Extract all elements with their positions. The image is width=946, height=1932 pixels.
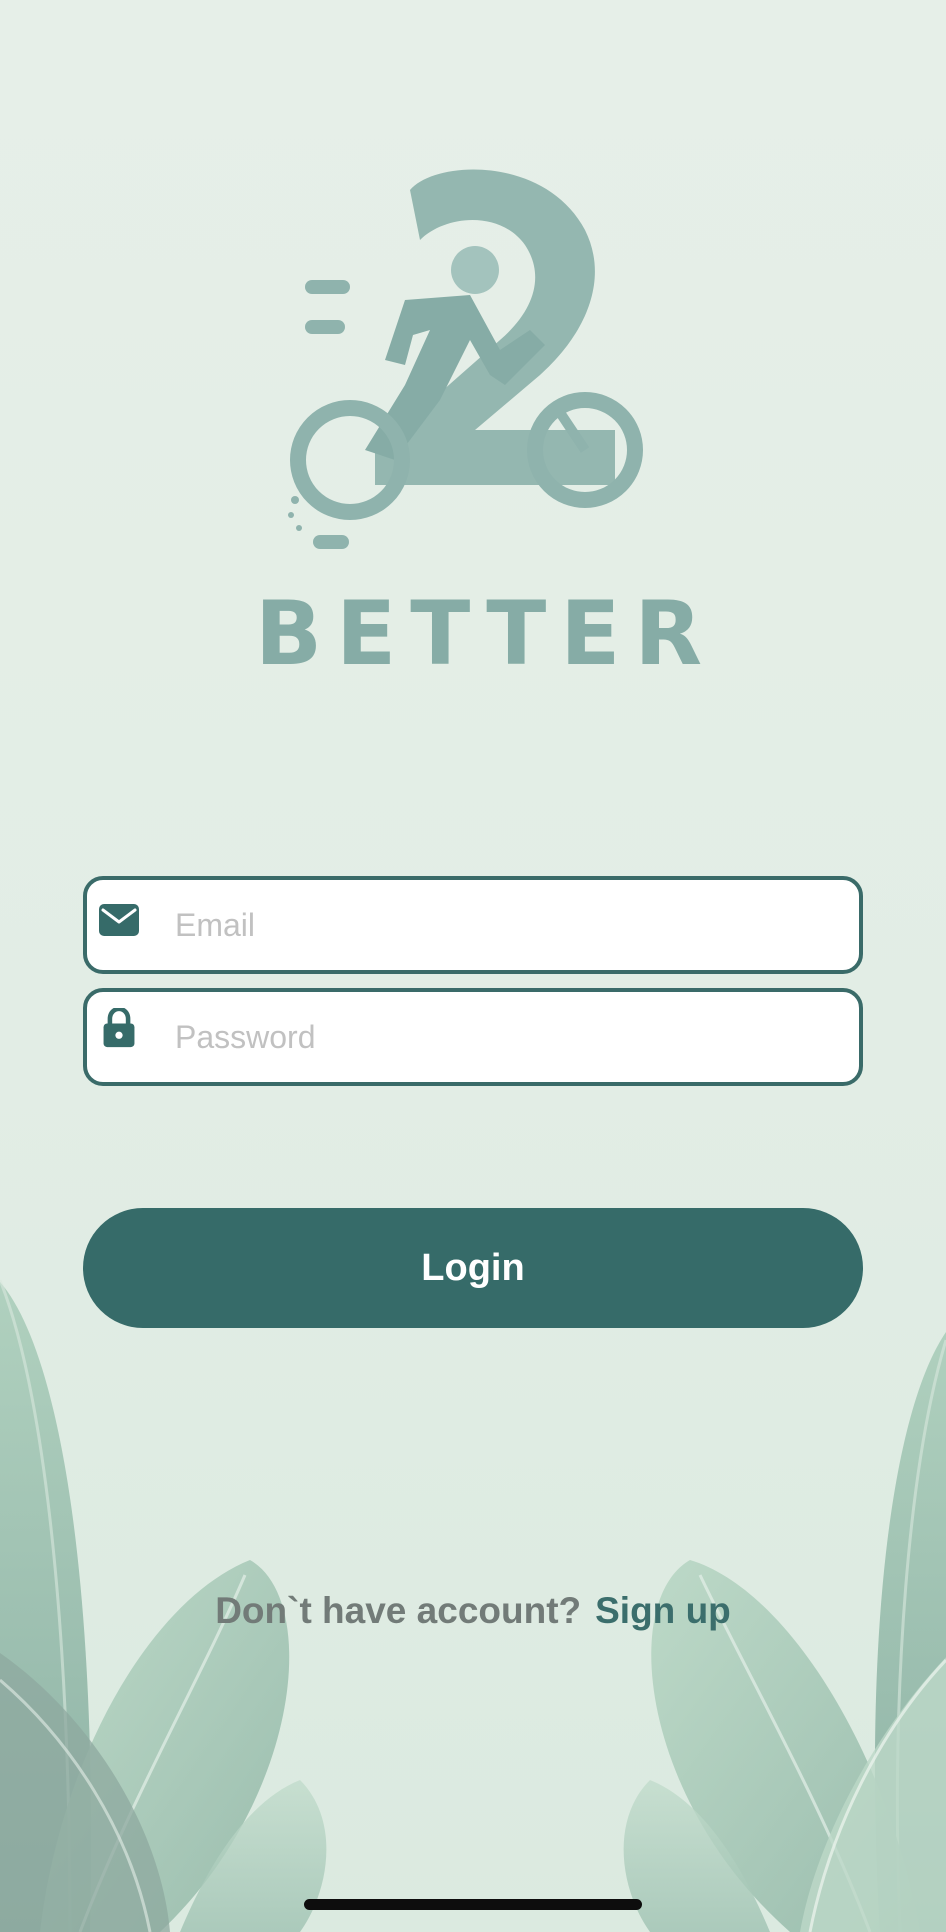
email-input[interactable] <box>175 880 835 970</box>
signup-row: Don`t have account? Sign up <box>0 1590 946 1632</box>
email-field[interactable] <box>83 876 863 974</box>
cyclist-logo-icon <box>288 169 643 549</box>
home-indicator <box>304 1899 642 1910</box>
password-input[interactable] <box>175 992 835 1082</box>
mail-icon <box>99 904 139 936</box>
password-field[interactable] <box>83 988 863 1086</box>
lock-icon <box>103 1008 135 1048</box>
signup-prompt: Don`t have account? <box>215 1590 582 1631</box>
login-screen: BETTER Login Don`t have account? Sign up <box>0 0 946 1932</box>
login-button[interactable]: Login <box>83 1208 863 1328</box>
signup-link[interactable]: Sign up <box>595 1590 731 1631</box>
brand-wordmark: BETTER <box>255 582 717 685</box>
app-logo: BETTER <box>255 160 717 685</box>
